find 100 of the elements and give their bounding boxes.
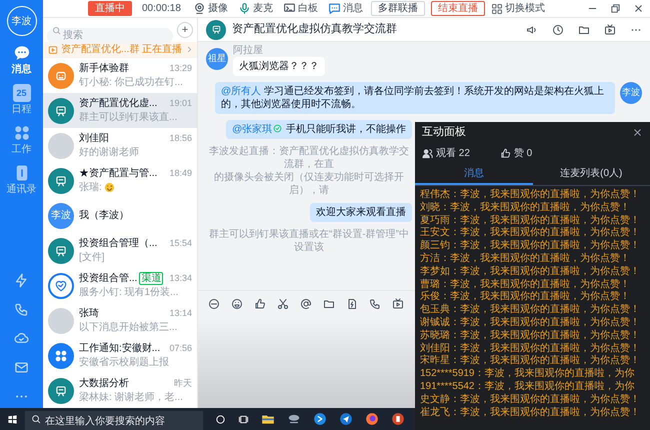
file-icon[interactable] — [346, 298, 358, 310]
chat-message: 乐俊：李波，我来围观你的直播啦，为你点赞！ — [420, 291, 631, 304]
taskbar-search-field[interactable]: 在这里输入你要搜索的内容 — [25, 410, 203, 430]
end-live-button[interactable]: 结束直播 — [430, 1, 485, 16]
browser-icon[interactable] — [365, 412, 379, 426]
message-preview: 好的谢谢老师 — [79, 146, 139, 160]
conversation-time: 13:14 — [169, 306, 192, 320]
conversation-time: 18:49 — [169, 166, 192, 180]
video-icon[interactable] — [604, 24, 616, 36]
live-icon — [48, 44, 58, 54]
lightning-icon[interactable] — [14, 273, 29, 288]
conversation-time: 昨天 — [174, 376, 192, 390]
panel-tab[interactable]: 连麦列表(0人) — [532, 164, 650, 185]
emoji-icon[interactable] — [231, 298, 243, 310]
message-preview: 钉小秘: 你已成功在钉... — [79, 76, 183, 90]
message-bubble: 欢迎大家来观看直播 — [310, 203, 412, 222]
avatar: 李波 — [48, 202, 74, 228]
message-preview: 安徽省示校刷题上报 — [79, 356, 169, 370]
message-preview: [文件] — [79, 251, 105, 264]
group-icon — [54, 244, 68, 258]
toolbar-button[interactable]: 麦克 — [236, 1, 275, 16]
system-notice: 群主可以到钉果该直播或在“群设置-群管理”中设置该 — [208, 228, 410, 254]
conversation-title: 大数据分析 — [79, 377, 129, 390]
chat-message: 苏晓璐：李波，我来围观你的直播啦，为你点赞！ — [420, 330, 641, 342]
message-preview: 梁林妹: 谢谢老师，老... — [79, 391, 183, 404]
viewer-count: 观看 22 — [436, 146, 470, 160]
group-icon — [54, 104, 68, 118]
chat-message: 191****5542：李波，我来围观你的直播啦，为你 — [420, 380, 636, 394]
conversation-title: 工作通知:安徽财... — [79, 342, 160, 355]
search-icon — [31, 414, 41, 424]
thumbs-up-icon[interactable] — [254, 298, 266, 310]
presentation-icon[interactable] — [391, 412, 405, 426]
paper-plane-icon[interactable] — [339, 412, 353, 426]
circle-icon[interactable] — [215, 414, 226, 424]
apps-icon — [12, 124, 30, 142]
add-button[interactable]: + — [177, 22, 193, 38]
conversation-time: 13:34 — [169, 272, 192, 285]
group-icon — [54, 174, 68, 188]
task-view-icon[interactable] — [238, 414, 249, 424]
panel-tab[interactable]: 消息 — [415, 164, 532, 185]
network-icon[interactable] — [287, 412, 301, 426]
toolbar-button[interactable]: 消息 — [326, 1, 365, 16]
toolbar-button[interactable]: 摄像 — [190, 1, 230, 16]
message-preview: 服务小钉: 现有1份装... — [79, 286, 178, 300]
multi-group-button[interactable]: 多群联播 — [370, 1, 425, 16]
conversation-time: 19:01 — [169, 96, 192, 110]
conversation-title: 资产配置优化虚... — [79, 97, 158, 110]
conversation-title: 新手体验群 — [79, 62, 129, 75]
close-icon[interactable] — [632, 126, 643, 138]
conversation-title: 投资组合管理（... — [79, 237, 158, 250]
chat-message: 刘晓：李波，我来围观你的直播啦，为你点赞！ — [420, 202, 631, 214]
chat-message: 夏巧雨：李波，我来围观你的直播啦，为你点赞！ — [420, 214, 641, 226]
chat-message: 程伟杰：李波，我来围观你的直播啦，为你点赞！ — [420, 189, 641, 202]
chat-icon — [12, 44, 30, 62]
at-icon[interactable] — [300, 298, 312, 310]
grid-icon — [490, 2, 503, 14]
message-bubble: @张家琪 手机只能听我讲，不能操作 — [226, 120, 412, 139]
nav-item[interactable]: 消息 — [12, 44, 32, 76]
windows-icon[interactable] — [7, 414, 18, 424]
message-bubble: @所有人 学习通已经发布签到，请各位同学前去签到！系统开发的网站是架构在火狐上的，其他浏览器使用时不流畅。 — [215, 82, 615, 114]
group-icon — [54, 384, 68, 398]
message-preview: 以下消息开始被第三... — [79, 321, 178, 334]
microphone-icon — [238, 2, 251, 15]
scissors-icon[interactable] — [277, 298, 289, 310]
chat-message: 宋昨星：李波，我来围观你的直播啦，为你点赞！ — [420, 355, 641, 368]
webcam-icon — [192, 2, 206, 15]
chat-message: 方洁：李波，我来围观你的直播啦，为你点赞！ — [420, 252, 631, 266]
conversation-title: 张琦 — [79, 307, 99, 320]
avatar: 祖星 — [206, 48, 228, 70]
conversation-time: 18:56 — [169, 132, 192, 145]
user-avatar[interactable]: 李波 — [6, 6, 36, 36]
like-count: 赞 0 — [514, 146, 532, 160]
toolbar-button[interactable]: 白板 — [280, 1, 320, 16]
live-banner-text: 资产配置优化...群 正在直播 — [61, 42, 182, 57]
conversation-title: 投资组合管... — [79, 272, 138, 285]
megaphone-icon[interactable] — [526, 24, 538, 36]
conversation-title: ★资产配置与管... — [79, 167, 158, 180]
group-icon — [210, 24, 222, 35]
video-icon[interactable] — [392, 298, 404, 310]
chat-message: 颜三钧：李波，我来围观你的直播啦，为你点赞！ — [420, 240, 641, 252]
search-field[interactable]: 搜索 — [47, 28, 173, 44]
chat-message: 李梦如：李波，我来围观你的直播啦，为你点赞！ — [420, 266, 641, 278]
app-icon[interactable] — [313, 412, 327, 426]
chat-message: 包玉典：李波，我来围观你的直播啦，为你点赞！ — [420, 304, 641, 316]
clock-icon[interactable] — [552, 24, 564, 36]
restore-icon[interactable] — [610, 3, 621, 14]
phone-icon[interactable] — [369, 298, 381, 310]
chat-title: 资产配置优化虚拟仿真教学交流群 — [232, 22, 397, 38]
search-icon — [52, 26, 61, 34]
folder-icon[interactable] — [578, 24, 590, 36]
close-icon[interactable] — [633, 3, 644, 14]
conversation-item[interactable]: 资产配置优化虚... 19:01 群主可以到钉果该直... — [43, 93, 197, 128]
photo-placeholder — [48, 308, 74, 334]
mail-icon[interactable] — [14, 360, 29, 375]
calendar-icon: 25 — [12, 84, 30, 102]
switch-mode-button[interactable]: 切换模式 — [490, 1, 545, 16]
cloud-icon[interactable] — [14, 331, 29, 346]
folder-icon[interactable] — [323, 298, 335, 310]
conversation-time: 07:56 — [169, 342, 192, 355]
people-icon — [422, 148, 433, 158]
